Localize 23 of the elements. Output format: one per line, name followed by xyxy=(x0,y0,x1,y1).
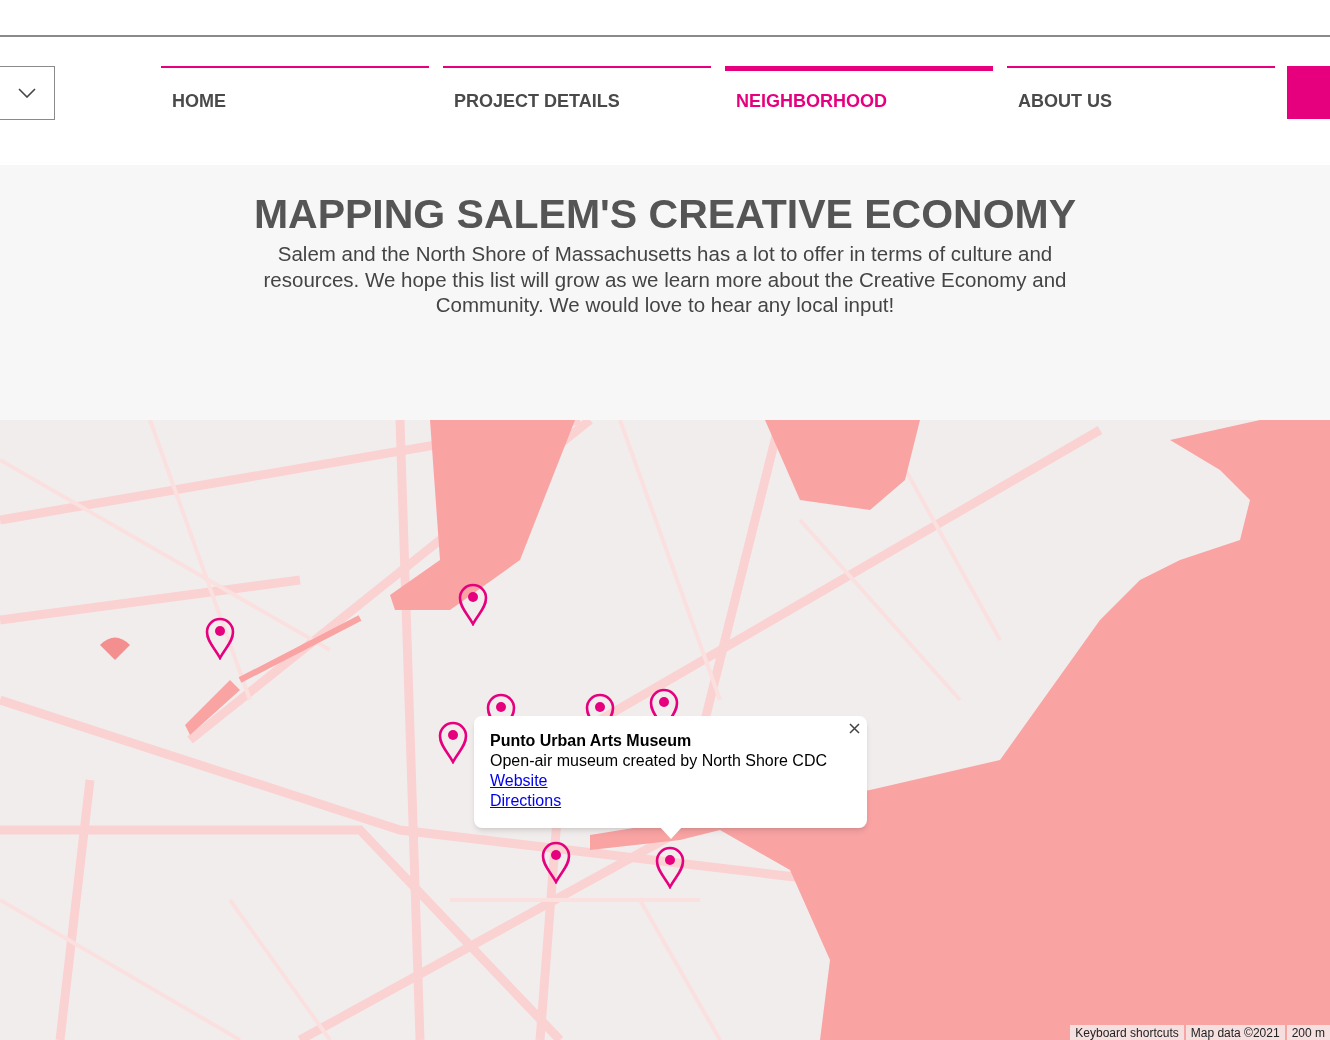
map-attribution[interactable]: Keyboard shortcuts xyxy=(1070,1025,1184,1040)
map-pin-icon[interactable] xyxy=(541,840,571,884)
chevron-down-icon xyxy=(17,88,36,98)
map-pin-icon[interactable] xyxy=(458,582,488,626)
map-pin-icon[interactable] xyxy=(205,616,235,660)
info-link[interactable]: Website xyxy=(490,771,548,791)
nav-tab[interactable]: HOME xyxy=(161,66,429,119)
map-attribution[interactable]: 200 m xyxy=(1286,1025,1330,1040)
page-title: MAPPING SALEM'S CREATIVE ECONOMY xyxy=(253,191,1077,237)
nav-tab[interactable]: NEIGHBORHOOD xyxy=(725,66,993,119)
pond-shape xyxy=(100,637,130,660)
nav-tab[interactable]: ABOUT US xyxy=(1007,66,1275,119)
info-link[interactable]: Directions xyxy=(490,791,562,811)
map-pin-icon[interactable] xyxy=(438,720,468,764)
place-description: Open-air museum created by North Shore CDC xyxy=(490,751,829,771)
nav-tab[interactable]: PROJECT DETAILS xyxy=(443,66,711,119)
dropdown-button[interactable] xyxy=(0,66,55,120)
map-pin-icon[interactable] xyxy=(655,845,685,889)
place-title: Punto Urban Arts Museum xyxy=(490,731,693,751)
intro-paragraph: Salem and the North Shore of Massachusetts has a lot to offer in terms of culture and resources. We hope this list will grow as we learn more about the Creative Economy and Community. We would love to hear any local input! xyxy=(262,241,1068,318)
close-icon xyxy=(848,722,860,734)
map-attribution[interactable]: Map data ©2021 xyxy=(1185,1025,1285,1040)
close-button[interactable] xyxy=(846,720,862,736)
